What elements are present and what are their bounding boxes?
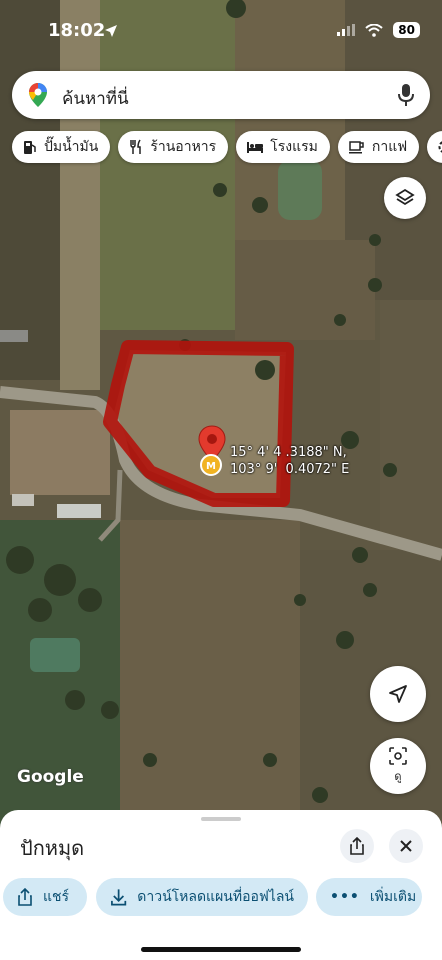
chip-gas-station[interactable]: ปั๊มน้ำมัน <box>12 131 111 163</box>
microphone-icon[interactable] <box>398 83 414 107</box>
wifi-icon <box>365 23 383 37</box>
chip-label: ปั๊มน้ำมัน <box>44 139 99 155</box>
more-button[interactable]: ••• เพิ่มเติม <box>316 878 422 916</box>
status-bar: 18:02 80 <box>0 0 442 64</box>
share-label: แชร์ <box>43 889 70 905</box>
home-indicator <box>141 947 301 952</box>
gas-station-icon <box>24 141 36 154</box>
chip-coffee[interactable]: กาแฟ <box>337 131 420 163</box>
chip-hotel[interactable]: โรงแรม <box>236 131 330 163</box>
lens-label: ดู <box>394 770 402 783</box>
coffee-icon <box>348 141 364 154</box>
longitude-text: 103° 9' 0.4072" E <box>230 462 350 477</box>
share-button[interactable]: แชร์ <box>3 878 87 916</box>
chip-label: โรงแรม <box>270 139 318 155</box>
cellular-signal-icon <box>337 24 356 36</box>
share-icon <box>18 888 32 906</box>
battery-indicator: 80 <box>393 22 420 38</box>
chip-more-categories[interactable] <box>427 131 442 163</box>
marker-coordinates: 15° 4' 4 .3188" N, 103° 9' 0.4072" E <box>230 444 349 478</box>
navigation-arrow-icon <box>389 685 407 703</box>
google-attribution: Google <box>17 767 84 787</box>
google-maps-logo-icon <box>29 83 47 107</box>
hotel-icon <box>247 142 264 153</box>
settings-icon <box>438 141 442 153</box>
sheet-grabber[interactable] <box>201 817 241 821</box>
download-label: ดาวน์โหลดแผนที่ออฟไลน์ <box>137 889 294 905</box>
more-label: เพิ่มเติม <box>369 889 417 905</box>
download-icon <box>111 889 127 906</box>
search-input[interactable]: ค้นหาที่นี่ <box>62 85 129 112</box>
layers-button[interactable] <box>384 177 426 219</box>
share-header-button[interactable] <box>340 829 374 863</box>
close-icon <box>400 840 412 852</box>
chip-label: ร้านอาหาร <box>150 139 217 155</box>
lens-view-button[interactable]: ดู <box>370 738 426 794</box>
download-offline-map-button[interactable]: ดาวน์โหลดแผนที่ออฟไลน์ <box>96 878 308 916</box>
camera-lens-icon <box>389 747 407 765</box>
status-time: 18:02 <box>48 20 106 41</box>
close-button[interactable] <box>389 829 423 863</box>
chip-restaurant[interactable]: ร้านอาหาร <box>118 131 229 163</box>
more-icon: ••• <box>330 889 360 905</box>
location-arrow-icon <box>105 25 117 37</box>
my-location-button[interactable] <box>370 666 426 722</box>
location-marker-icon: M <box>200 454 222 476</box>
layers-icon <box>395 188 415 206</box>
share-icon <box>350 837 364 855</box>
chip-label: กาแฟ <box>371 139 408 155</box>
sheet-title: ปักหมุด <box>20 836 85 860</box>
search-bar[interactable]: ค้นหาที่นี่ <box>12 71 430 119</box>
latitude-text: 15° 4' 4 .3188" N, <box>230 445 347 460</box>
category-chips: ปั๊มน้ำมัน ร้านอาหาร โรงแรม กาแฟ <box>12 131 442 163</box>
svg-text:M: M <box>206 461 216 472</box>
restaurant-icon <box>130 139 142 154</box>
